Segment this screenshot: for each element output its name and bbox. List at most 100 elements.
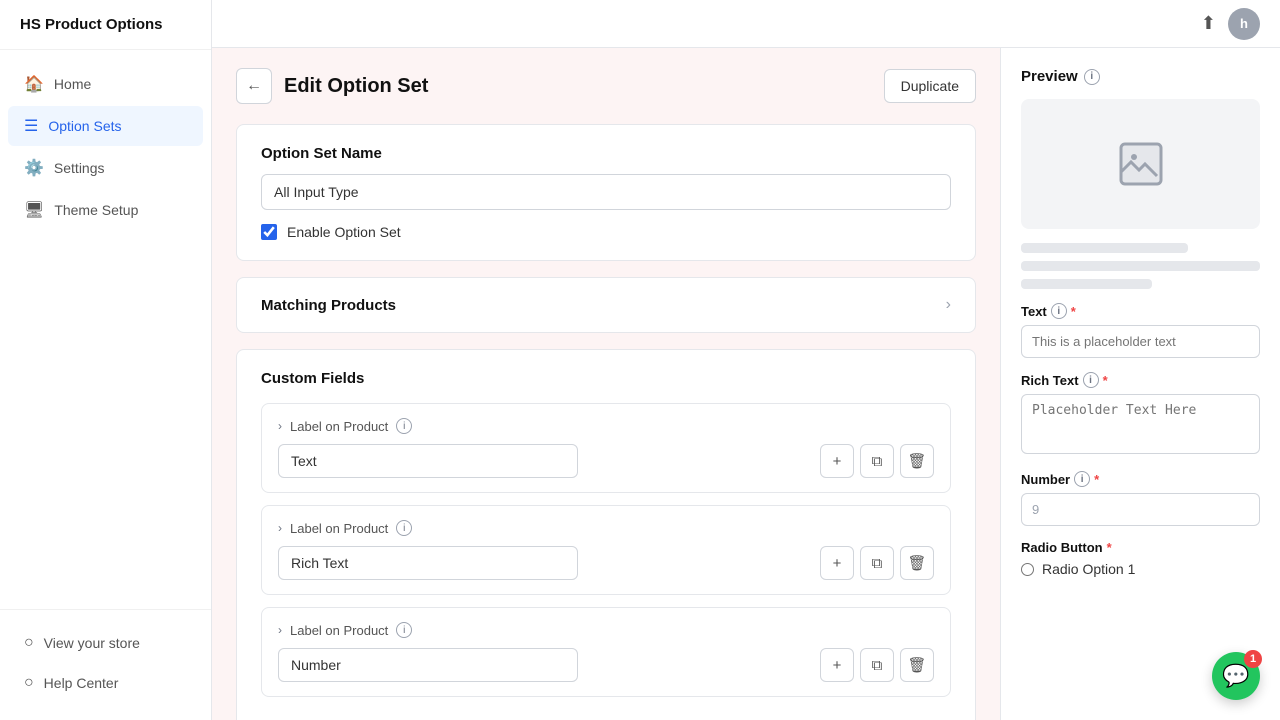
app-title: HS Product Options xyxy=(0,0,211,50)
sidebar-item-theme-setup-label: Theme Setup xyxy=(54,202,138,218)
field-chevron-icon[interactable]: › xyxy=(278,419,282,433)
sidebar: HS Product Options 🏠 Home ☰ Option Sets … xyxy=(0,0,212,720)
sidebar-item-home[interactable]: 🏠 Home xyxy=(8,64,203,104)
field-item-number: › Label on Product i + ⧉ 🗑 xyxy=(261,607,951,697)
field-chevron-icon-2[interactable]: › xyxy=(278,521,282,535)
info-icon-3[interactable]: i xyxy=(396,622,412,638)
page-header-left: ← Edit Option Set xyxy=(236,68,428,104)
field-item-number-header: › Label on Product i xyxy=(278,622,934,638)
field-item-rich-text: › Label on Product i + ⧉ 🗑 xyxy=(261,505,951,595)
topbar: ⬆ h xyxy=(212,0,1280,48)
preview-text-input[interactable] xyxy=(1021,325,1260,358)
skeleton-bar-3 xyxy=(1021,279,1152,289)
preview-radio-label: Radio Button * xyxy=(1021,540,1260,555)
skeleton-bar-2 xyxy=(1021,261,1260,271)
field-input-row-2: + ⧉ 🗑 xyxy=(278,546,934,580)
list-icon: ☰ xyxy=(24,116,38,136)
sidebar-item-settings[interactable]: ⚙️ Settings xyxy=(8,148,203,188)
page-header: ← Edit Option Set Duplicate xyxy=(236,68,976,104)
field-label-text-2: Label on Product xyxy=(290,521,388,536)
field-actions-2: + ⧉ 🗑 xyxy=(820,546,934,580)
preview-info-icon[interactable]: i xyxy=(1084,69,1100,85)
preview-rich-text-textarea[interactable] xyxy=(1021,394,1260,454)
field-delete-button-2[interactable]: 🗑 xyxy=(900,546,934,580)
field-input-2[interactable] xyxy=(278,546,578,580)
field-copy-button-2[interactable]: ⧉ xyxy=(860,546,894,580)
option-set-name-label: Option Set Name xyxy=(261,145,951,162)
info-icon-2[interactable]: i xyxy=(396,520,412,536)
field-delete-button-3[interactable]: 🗑 xyxy=(900,648,934,682)
image-placeholder-icon xyxy=(1117,140,1165,188)
sidebar-item-view-store[interactable]: ○ View your store xyxy=(8,624,203,662)
store-icon: ○ xyxy=(24,634,34,652)
field-input-3[interactable] xyxy=(278,648,578,682)
field-copy-button-3[interactable]: ⧉ xyxy=(860,648,894,682)
field-add-button-1[interactable]: + xyxy=(820,444,854,478)
edit-panel: ← Edit Option Set Duplicate Option Set N… xyxy=(212,48,1000,720)
field-input-1[interactable] xyxy=(278,444,578,478)
field-item-text-header: › Label on Product i xyxy=(278,418,934,434)
preview-rich-text-info-icon: i xyxy=(1083,372,1099,388)
duplicate-button[interactable]: Duplicate xyxy=(884,69,976,103)
matching-products-card[interactable]: Matching Products › xyxy=(236,277,976,333)
theme-icon: 🖥 xyxy=(24,200,44,220)
field-add-button-2[interactable]: + xyxy=(820,546,854,580)
field-copy-button-1[interactable]: ⧉ xyxy=(860,444,894,478)
preview-radio-input[interactable] xyxy=(1021,563,1034,576)
preview-text-label: Text i * xyxy=(1021,303,1260,319)
sidebar-item-settings-label: Settings xyxy=(54,160,105,176)
back-button[interactable]: ← xyxy=(236,68,272,104)
sidebar-item-option-sets[interactable]: ☰ Option Sets xyxy=(8,106,203,146)
sidebar-bottom: ○ View your store ○ Help Center xyxy=(0,609,211,720)
help-icon: ○ xyxy=(24,674,34,692)
sidebar-item-help-center-label: Help Center xyxy=(44,675,119,691)
field-add-button-3[interactable]: + xyxy=(820,648,854,682)
sidebar-item-help-center[interactable]: ○ Help Center xyxy=(8,664,203,702)
preview-panel: Preview i Text i * xyxy=(1000,48,1280,720)
preview-text-info-icon: i xyxy=(1051,303,1067,319)
content: ← Edit Option Set Duplicate Option Set N… xyxy=(212,48,1280,720)
preview-radio-option-label: Radio Option 1 xyxy=(1042,561,1135,577)
topbar-icons: ⬆ h xyxy=(1201,8,1260,40)
preview-number-info-icon: i xyxy=(1074,471,1090,487)
option-set-name-card: Option Set Name Enable Option Set xyxy=(236,124,976,261)
chat-icon: 💬 xyxy=(1222,663,1249,689)
field-item-rich-text-header: › Label on Product i xyxy=(278,520,934,536)
chat-bubble[interactable]: 💬 1 xyxy=(1212,652,1260,700)
sidebar-nav: 🏠 Home ☰ Option Sets ⚙️ Settings 🖥 Theme… xyxy=(0,50,211,609)
custom-fields-title: Custom Fields xyxy=(261,370,951,387)
field-input-row-3: + ⧉ 🗑 xyxy=(278,648,934,682)
sidebar-item-theme-setup[interactable]: 🖥 Theme Setup xyxy=(8,190,203,230)
skeleton-bar-1 xyxy=(1021,243,1188,253)
preview-rich-text-label: Rich Text i * xyxy=(1021,372,1260,388)
export-icon[interactable]: ⬆ xyxy=(1201,13,1216,34)
custom-fields-card: Custom Fields › Label on Product i + ⧉ 🗑 xyxy=(236,349,976,720)
sidebar-item-view-store-label: View your store xyxy=(44,635,140,651)
field-label-text-1: Label on Product xyxy=(290,419,388,434)
preview-number-input[interactable] xyxy=(1021,493,1260,526)
home-icon: 🏠 xyxy=(24,74,44,94)
field-actions-1: + ⧉ 🗑 xyxy=(820,444,934,478)
option-set-name-input[interactable] xyxy=(261,174,951,210)
enable-option-set-checkbox[interactable] xyxy=(261,224,277,240)
field-chevron-icon-3[interactable]: › xyxy=(278,623,282,637)
page-title: Edit Option Set xyxy=(284,75,428,98)
enable-option-set-label: Enable Option Set xyxy=(287,224,401,240)
sidebar-item-option-sets-label: Option Sets xyxy=(48,118,121,134)
field-delete-button-1[interactable]: 🗑 xyxy=(900,444,934,478)
field-label-text-3: Label on Product xyxy=(290,623,388,638)
preview-number-label: Number i * xyxy=(1021,471,1260,487)
main-area: ⬆ h ← Edit Option Set Duplicate Option S… xyxy=(212,0,1280,720)
preview-title: Preview i xyxy=(1021,68,1260,85)
gear-icon: ⚙️ xyxy=(24,158,44,178)
chat-badge: 1 xyxy=(1244,650,1262,668)
field-actions-3: + ⧉ 🗑 xyxy=(820,648,934,682)
field-item-text: › Label on Product i + ⧉ 🗑 xyxy=(261,403,951,493)
preview-radio-option: Radio Option 1 xyxy=(1021,561,1260,577)
field-input-row-1: + ⧉ 🗑 xyxy=(278,444,934,478)
enable-option-set-row: Enable Option Set xyxy=(261,224,951,240)
avatar[interactable]: h xyxy=(1228,8,1260,40)
info-icon-1[interactable]: i xyxy=(396,418,412,434)
sidebar-item-home-label: Home xyxy=(54,76,91,92)
chevron-right-icon: › xyxy=(946,296,951,314)
